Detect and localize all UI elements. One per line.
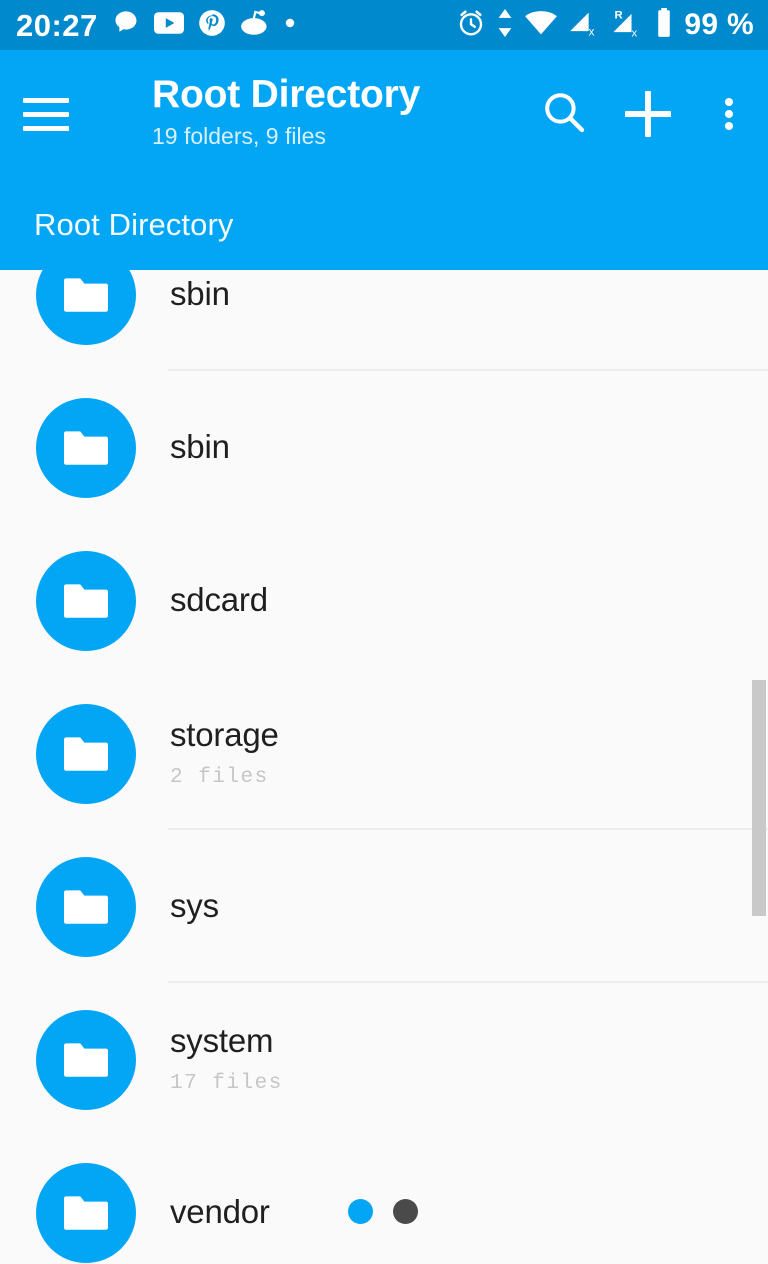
folder-icon: [36, 1162, 136, 1263]
file-item-subtitle: 17 files: [170, 1071, 283, 1095]
chat-bubble-icon: [112, 9, 140, 42]
file-list-item[interactable]: storage 2 files: [0, 677, 768, 830]
file-item-name: system: [170, 1021, 274, 1059]
add-button[interactable]: [606, 50, 690, 178]
file-item-text: vendor: [170, 1193, 270, 1231]
page-title: Root Directory: [152, 73, 421, 117]
wifi-icon: [524, 10, 558, 41]
status-clock: 20:27: [16, 7, 98, 43]
file-item-subtitle: 2 files: [170, 765, 269, 789]
roaming-signal-icon: R x: [610, 8, 644, 43]
file-list-item[interactable]: sys: [0, 830, 768, 983]
toolbar-title-block: Root Directory 19 folders, 9 files: [92, 74, 522, 154]
more-vertical-icon: [725, 94, 733, 134]
page-subtitle: 19 folders, 9 files: [152, 123, 326, 150]
page-indicator-dot[interactable]: [348, 1199, 373, 1224]
file-item-name: sdcard: [170, 581, 268, 619]
alarm-clock-icon: [456, 8, 486, 43]
signal-no-service-icon: x: [569, 9, 599, 42]
hamburger-bar-1: [23, 97, 69, 103]
folder-icon: [36, 550, 136, 651]
page-indicator[interactable]: [348, 1199, 418, 1224]
file-item-text: system 17 files: [170, 1022, 283, 1098]
file-item-name: sbin: [170, 275, 230, 313]
file-item-text: storage 2 files: [170, 716, 279, 792]
file-item-name: storage: [170, 715, 279, 753]
data-transfer-icon: [497, 8, 513, 42]
scrollbar-thumb[interactable]: [752, 680, 766, 916]
plus-icon: [625, 91, 671, 137]
status-bar-right: x R x 99 %: [456, 7, 754, 43]
pinterest-icon: [198, 9, 226, 42]
svg-text:x: x: [589, 26, 595, 36]
breadcrumb[interactable]: Root Directory: [0, 178, 768, 270]
file-list-inner: sbin sbin sdcard storage 2 files sys system 17 …: [0, 270, 768, 1264]
file-list[interactable]: sbin sbin sdcard storage 2 files sys system 17 …: [0, 270, 768, 1264]
file-item-name: vendor: [170, 1193, 270, 1231]
youtube-icon: [153, 10, 184, 41]
file-item-text: sdcard: [170, 581, 268, 619]
hamburger-menu-button[interactable]: [0, 50, 92, 178]
file-list-item[interactable]: sbin: [0, 270, 768, 371]
file-item-text: sbin: [170, 428, 230, 466]
svg-text:R: R: [615, 9, 623, 21]
app-toolbar: Root Directory 19 folders, 9 files Root …: [0, 50, 768, 270]
folder-icon: [36, 397, 136, 498]
battery-icon: [655, 7, 673, 43]
file-item-name: sys: [170, 887, 219, 925]
battery-percent-label: 99 %: [684, 8, 754, 41]
status-bar-left: 20:27: [16, 9, 296, 42]
notification-dot-icon: [284, 16, 296, 34]
file-list-item[interactable]: sbin: [0, 371, 768, 524]
folder-icon: [36, 703, 136, 804]
folder-icon: [36, 270, 136, 345]
reddit-icon: [240, 9, 270, 42]
toolbar-main-row: Root Directory 19 folders, 9 files: [0, 50, 768, 178]
file-list-item[interactable]: sdcard: [0, 524, 768, 677]
file-item-text: sbin: [170, 275, 230, 313]
search-icon: [540, 88, 588, 141]
status-bar: 20:27 x R x 99 %: [0, 0, 768, 50]
svg-text:x: x: [632, 27, 638, 37]
file-list-item[interactable]: system 17 files: [0, 983, 768, 1136]
file-item-name: sbin: [170, 428, 230, 466]
file-item-text: sys: [170, 887, 219, 925]
folder-icon: [36, 856, 136, 957]
overflow-menu-button[interactable]: [690, 50, 768, 178]
hamburger-bar-3: [23, 125, 69, 131]
page-indicator-dot[interactable]: [393, 1199, 418, 1224]
breadcrumb-path-label[interactable]: Root Directory: [34, 209, 234, 240]
hamburger-bar-2: [23, 111, 69, 117]
search-button[interactable]: [522, 50, 606, 178]
app-screen: 20:27 x R x 99 % Root Directory 19 folde…: [0, 0, 768, 1264]
folder-icon: [36, 1009, 136, 1110]
